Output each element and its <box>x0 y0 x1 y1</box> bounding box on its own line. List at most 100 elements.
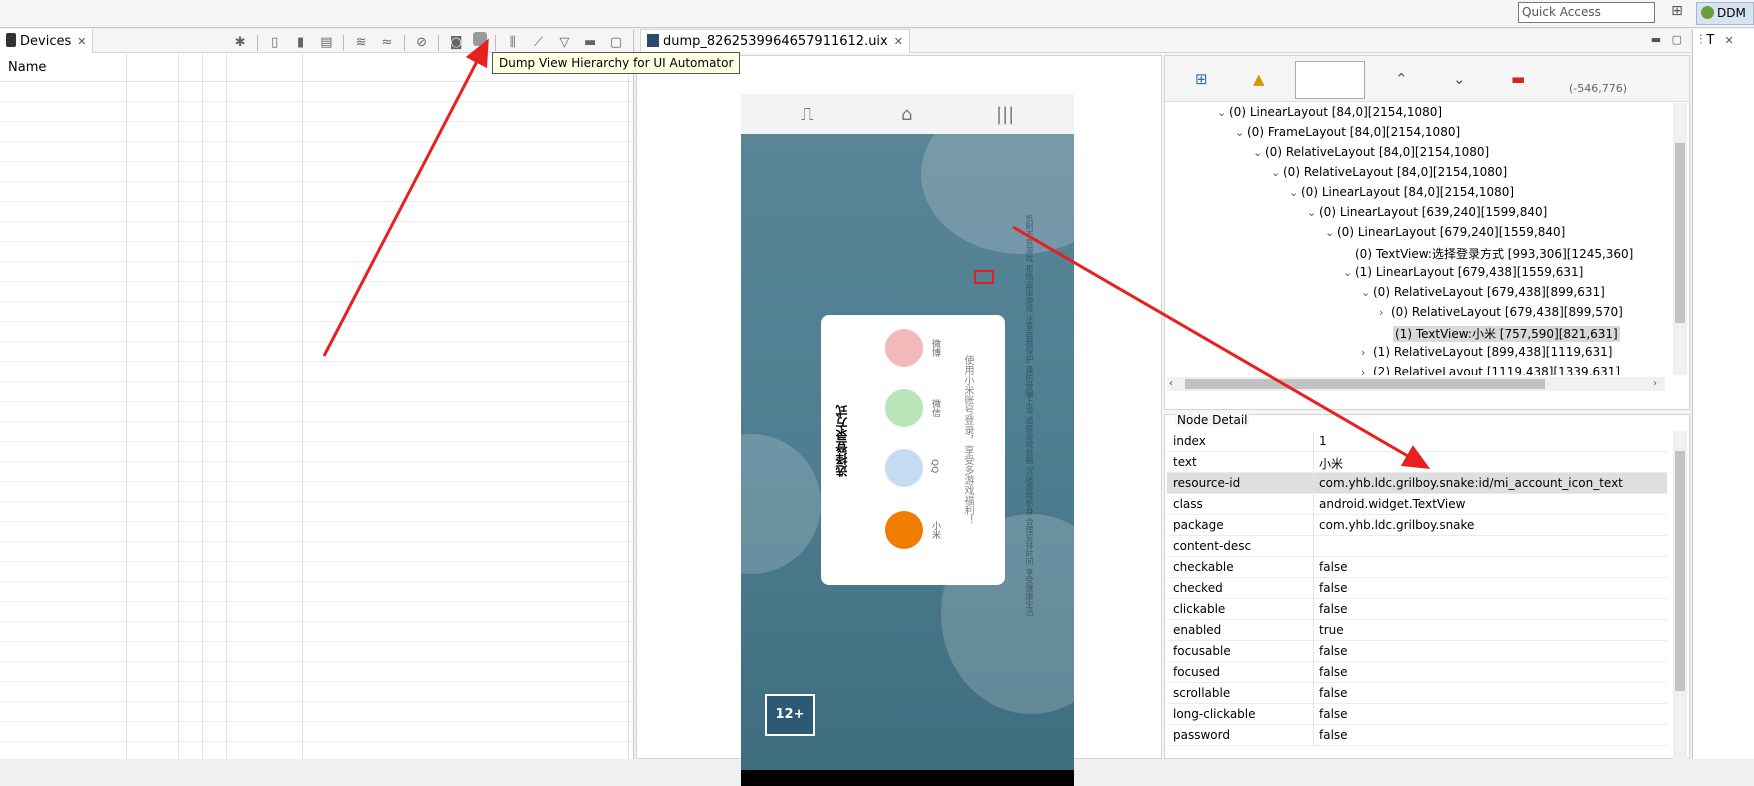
chevron-down-icon[interactable]: ⌄ <box>1271 166 1283 179</box>
chevron-down-icon[interactable]: ⌄ <box>1343 266 1355 279</box>
table-row[interactable] <box>0 282 634 302</box>
hierarchy-tree[interactable]: ⌄ (0) LinearLayout [84,0][2154,1080] ⌄ (0) … <box>1165 103 1665 375</box>
tree-node[interactable]: ⌄ (1) LinearLayout [679,438][1559,631] <box>1165 263 1665 283</box>
table-row[interactable] <box>0 102 634 122</box>
detail-row[interactable]: package com.yhb.ldc.grilboy.snake <box>1167 515 1667 536</box>
table-row[interactable] <box>0 222 634 242</box>
tree-node[interactable]: ⌄ (0) RelativeLayout [679,438][899,631] <box>1165 283 1665 303</box>
table-row[interactable] <box>0 322 634 342</box>
node-detail-table[interactable]: index 1 text 小米 resource-id com.yhb.ldc.grilb… <box>1167 431 1667 746</box>
maximize-icon[interactable]: ▢ <box>607 34 625 52</box>
open-perspective-icon[interactable]: ⊞ <box>1668 3 1686 23</box>
login-option-icon[interactable] <box>885 449 923 487</box>
table-row[interactable] <box>0 562 634 582</box>
table-row[interactable] <box>0 502 634 522</box>
stop-process-icon[interactable]: ⊘ <box>413 34 431 52</box>
chevron-down-icon[interactable]: ⌄ <box>1289 186 1301 199</box>
tree-node[interactable]: › (2) RelativeLayout [1119,438][1339,631] <box>1165 363 1665 375</box>
maximize-icon[interactable]: ▢ <box>1672 33 1682 46</box>
table-row[interactable] <box>0 442 634 462</box>
tree-node[interactable]: ⌄ (0) RelativeLayout [84,0][2154,1080] <box>1165 163 1665 183</box>
tree-node[interactable]: ⌄ (0) LinearLayout [679,240][1559,840] <box>1165 223 1665 243</box>
table-row[interactable] <box>0 622 634 642</box>
minimize-icon[interactable]: ▬ <box>581 34 599 52</box>
screen-capture-icon[interactable]: ◙ <box>447 34 465 52</box>
chevron-right-icon[interactable]: › <box>1361 346 1373 359</box>
table-row[interactable] <box>0 602 634 622</box>
expand-all-icon[interactable]: ⊞ <box>1195 70 1208 88</box>
update-threads-icon[interactable]: ≋ <box>352 34 370 52</box>
table-row[interactable] <box>0 702 634 722</box>
detail-row[interactable]: focusable false <box>1167 641 1667 662</box>
tree-node[interactable]: ⌄ (0) LinearLayout [639,240][1599,840] <box>1165 203 1665 223</box>
detail-row[interactable]: scrollable false <box>1167 683 1667 704</box>
device-screenshot-pane[interactable]: ⎍ ⌂ ||| 抵制不良游戏 拒绝盗版游戏 注意自我保护 谨防受骗上当 适度游戏… <box>636 55 1162 786</box>
login-option-icon[interactable] <box>885 511 923 549</box>
tree-node[interactable]: ⌄ (0) FrameLayout [84,0][2154,1080] <box>1165 123 1665 143</box>
devices-table[interactable]: Name <box>0 54 634 762</box>
dump-hprof-icon[interactable]: ▮ <box>292 34 310 52</box>
close-icon[interactable]: ✕ <box>1724 34 1733 47</box>
chevron-down-icon[interactable]: ⌄ <box>1361 286 1373 299</box>
detail-row[interactable]: long-clickable false <box>1167 704 1667 725</box>
tree-node[interactable]: (1) TextView:小米 [757,590][821,631] <box>1165 323 1665 343</box>
tree-node[interactable]: ⌄ (0) RelativeLayout [84,0][2154,1080] <box>1165 143 1665 163</box>
table-row[interactable] <box>0 142 634 162</box>
login-option-icon[interactable] <box>885 329 923 367</box>
chevron-right-icon[interactable]: › <box>1379 306 1391 319</box>
chevron-down-icon[interactable]: ⌄ <box>1325 226 1337 239</box>
detail-row[interactable]: content-desc <box>1167 536 1667 557</box>
table-row[interactable] <box>0 522 634 542</box>
chevron-down-icon[interactable]: ⌄ <box>1235 126 1247 139</box>
table-row[interactable] <box>0 302 634 322</box>
chevron-down-icon[interactable]: ⌄ <box>1307 206 1319 219</box>
table-row[interactable] <box>0 722 634 742</box>
minimize-icon[interactable]: ▬ <box>1651 33 1661 46</box>
table-row[interactable] <box>0 682 634 702</box>
table-row[interactable] <box>0 342 634 362</box>
table-row[interactable] <box>0 242 634 262</box>
opengl-trace-icon[interactable]: ⟋ <box>530 34 548 52</box>
scroll-right-icon[interactable]: › <box>1653 378 1657 389</box>
table-row[interactable] <box>0 742 634 762</box>
detail-row[interactable]: enabled true <box>1167 620 1667 641</box>
detail-row[interactable]: password false <box>1167 725 1667 746</box>
systrace-icon[interactable]: ⫼ <box>504 34 522 52</box>
tree-node[interactable]: ⌄ (0) LinearLayout [84,0][2154,1080] <box>1165 103 1665 123</box>
table-row[interactable] <box>0 122 634 142</box>
hierarchy-vscroll[interactable] <box>1673 103 1687 375</box>
chevron-right-icon[interactable]: › <box>1361 366 1373 375</box>
perspective-ddms-button[interactable]: DDM <box>1696 2 1754 25</box>
tab-devices[interactable]: Devices ✕ <box>0 29 94 53</box>
collapse-icon[interactable]: ▬ <box>1511 70 1525 88</box>
table-row[interactable] <box>0 402 634 422</box>
table-row[interactable] <box>0 542 634 562</box>
table-row[interactable] <box>0 262 634 282</box>
table-row[interactable] <box>0 422 634 442</box>
screenshot-toggle-box[interactable] <box>1295 61 1365 99</box>
table-row[interactable] <box>0 662 634 682</box>
table-row[interactable] <box>0 162 634 182</box>
login-option-icon[interactable] <box>885 389 923 427</box>
detail-vscroll[interactable] <box>1673 431 1687 760</box>
table-row[interactable] <box>0 382 634 402</box>
detail-row[interactable]: index 1 <box>1167 431 1667 452</box>
table-row[interactable] <box>0 182 634 202</box>
tree-node[interactable]: (0) TextView:选择登录方式 [993,306][1245,360] <box>1165 243 1665 263</box>
close-icon[interactable]: ✕ <box>77 35 86 48</box>
start-tracing-icon[interactable]: ≈ <box>378 34 396 52</box>
detail-row[interactable]: checkable false <box>1167 557 1667 578</box>
chevron-down-icon[interactable]: ⌄ <box>1217 106 1229 119</box>
chevron-up-icon[interactable]: ⌃ <box>1395 70 1408 88</box>
chevron-down-icon[interactable]: ⌄ <box>1453 70 1466 88</box>
detail-row[interactable]: class android.widget.TextView <box>1167 494 1667 515</box>
quick-access-input[interactable]: Quick Access <box>1518 2 1655 23</box>
detail-row[interactable]: clickable false <box>1167 599 1667 620</box>
update-heap-icon[interactable]: ▯ <box>266 34 284 52</box>
scroll-thumb[interactable] <box>1185 379 1545 389</box>
table-row[interactable] <box>0 482 634 502</box>
view-menu-icon[interactable]: ▽ <box>555 34 573 52</box>
debug-icon[interactable]: ✱ <box>231 34 249 52</box>
scroll-thumb[interactable] <box>1675 451 1685 691</box>
cause-gc-icon[interactable]: ▤ <box>317 34 335 52</box>
